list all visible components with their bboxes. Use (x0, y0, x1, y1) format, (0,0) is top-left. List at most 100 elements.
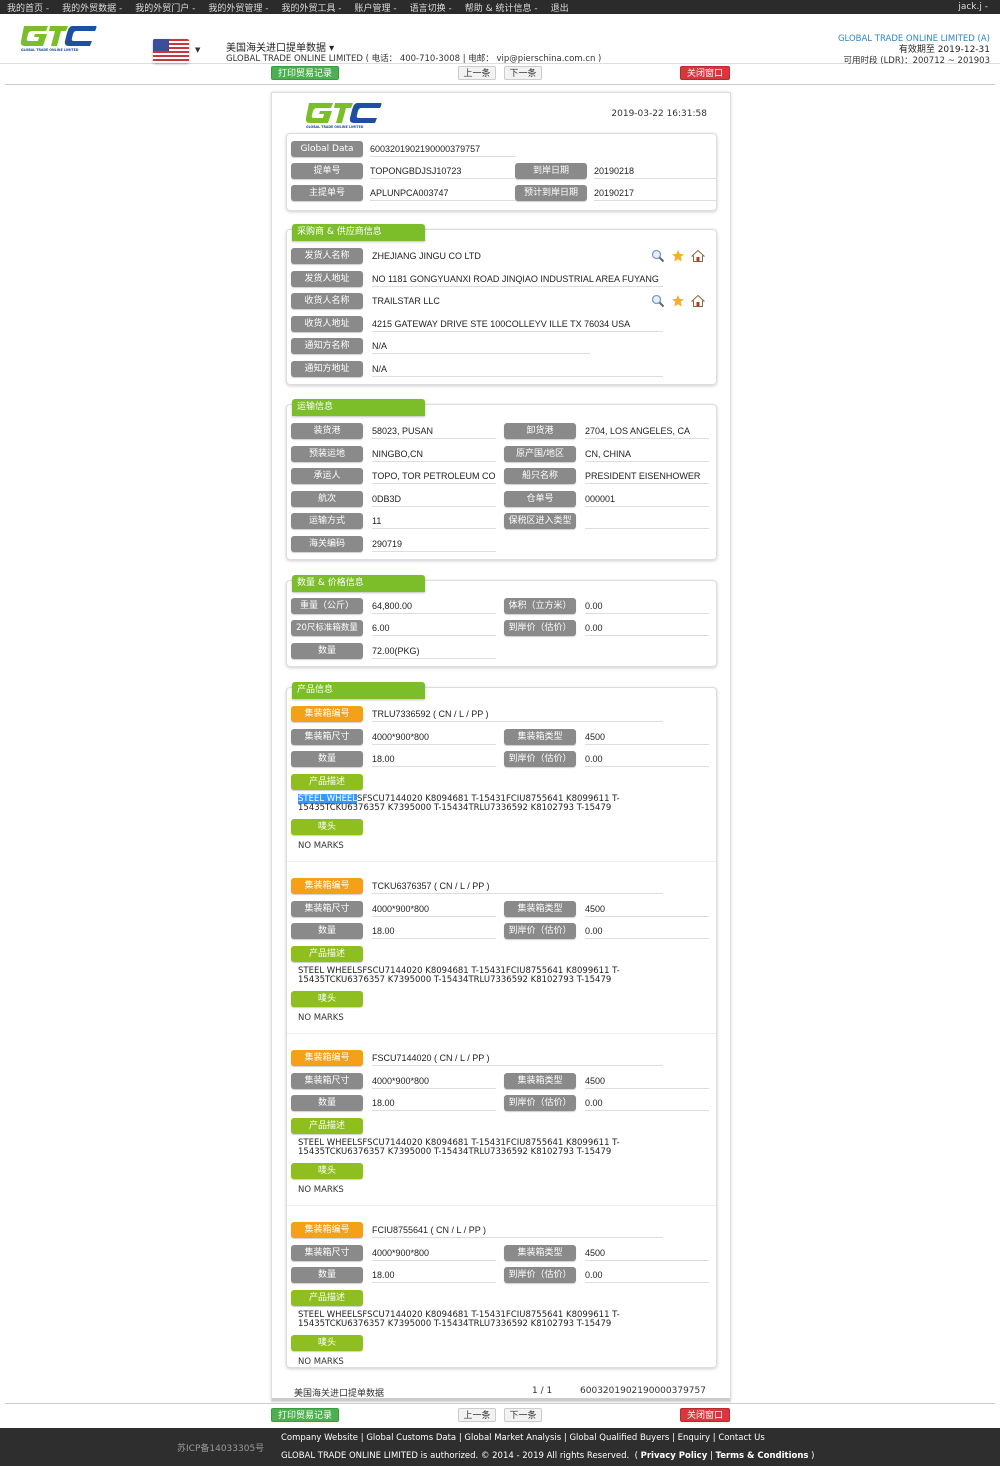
container-qty-value: 18.00 (372, 751, 496, 767)
container-type-label: 集装箱类型 (504, 1073, 576, 1089)
manifest-value: 000001 (585, 491, 709, 507)
bottom-action-bar: 打印贸易记录 上一条 下一条 关闭窗口 (0, 1408, 1000, 1430)
container-type-value: 4500 (585, 1245, 709, 1261)
home-icon[interactable] (690, 294, 706, 308)
nav-trade-portal[interactable]: 我的外贸门户 - (135, 1, 195, 14)
prev-button[interactable]: 上一条 (458, 66, 496, 80)
voyage-label: 航次 (291, 491, 363, 507)
top-nav: 我的首页 - 我的外贸数据 - 我的外贸门户 - 我的外贸管理 - 我的外贸工具… (0, 0, 1000, 14)
container-qty-row: 数量 18.00 到岸价（估价） 0.00 (291, 1267, 711, 1285)
divider (287, 1033, 716, 1034)
close-window-button[interactable]: 关闭窗口 (680, 1408, 730, 1422)
container-no-label: 集装箱编号 (291, 1222, 363, 1238)
container-value-value: 0.00 (585, 1095, 709, 1111)
description-header: 产品描述 (291, 774, 711, 792)
marks-value: NO MARKS (298, 1357, 344, 1367)
record-id: 6003201902190000379757 (580, 1386, 706, 1396)
container-size-label: 集装箱尺寸 (291, 1073, 363, 1089)
star-icon[interactable] (671, 294, 685, 308)
divider (287, 1205, 716, 1206)
description-label: 产品描述 (291, 946, 363, 962)
volume-value: 0.00 (585, 598, 709, 614)
print-record-button[interactable]: 打印贸易记录 (271, 66, 339, 80)
nav-language[interactable]: 语言切换 - (410, 1, 452, 14)
gto-logo[interactable]: GLOBAL TRADE ONLINE LIMITED (20, 22, 98, 52)
nav-account[interactable]: 账户管理 - (355, 1, 397, 14)
home-icon[interactable] (690, 249, 706, 263)
search-icon[interactable] (651, 249, 665, 263)
marks-value: NO MARKS (298, 1185, 344, 1195)
transport-section-title: 运输信息 (292, 399, 425, 416)
footer-link-global-customs-data[interactable]: Global Customs Data (366, 1433, 456, 1443)
container-qty-row: 数量 18.00 到岸价（估价） 0.00 (291, 923, 711, 941)
shipper-address-value: NO 1181 GONGYUANXI ROAD JINQIAO INDUSTRI… (372, 271, 663, 287)
valid-until: 有效期至 2019-12-31 (898, 45, 990, 55)
footer-link-global-qualified-buyers[interactable]: Global Qualified Buyers (569, 1433, 669, 1443)
account-info: GLOBAL TRADE ONLINE LIMITED (A) 有效期至 201… (838, 34, 990, 67)
nav-home[interactable]: 我的首页 - (7, 1, 49, 14)
nav-logout[interactable]: 退出 (551, 1, 569, 14)
nav-help[interactable]: 帮助 & 统计信息 - (465, 1, 538, 14)
master-bill-value: APLUNPCA003747 (370, 185, 515, 201)
star-icon[interactable] (671, 249, 685, 263)
container-no-row: 集装箱编号 TCKU6376357 ( CN / L / PP ) (291, 878, 711, 896)
container-size-row: 集装箱尺寸 4000*900*800 集装箱类型 4500 (291, 729, 711, 747)
shipper-address-label: 发货人地址 (291, 271, 363, 287)
record-timestamp: 2019-03-22 16:31:58 (611, 109, 707, 119)
container-type-value: 4500 (585, 729, 709, 745)
footer-link-company-website[interactable]: Company Website (281, 1433, 358, 1443)
next-button[interactable]: 下一条 (504, 1408, 542, 1422)
container-no-value: TCKU6376357 ( CN / L / PP ) (372, 878, 663, 894)
product-description: STEEL WHEELSFSCU7144020 K8094681 T-15431… (298, 1311, 698, 1329)
cif-value-value: 0.00 (585, 620, 709, 636)
next-button[interactable]: 下一条 (504, 66, 542, 80)
nav-trade-management[interactable]: 我的外贸管理 - (208, 1, 268, 14)
icp-license: 苏ICP备14033305号 (177, 1444, 265, 1454)
load-port-value: 58023, PUSAN (372, 423, 496, 439)
container-size-value: 4000*900*800 (372, 1073, 496, 1089)
container-value-label: 到岸价（估价） (504, 1267, 576, 1283)
container-qty-value: 18.00 (372, 1267, 496, 1283)
footer-link-enquiry[interactable]: Enquiry (678, 1433, 710, 1443)
consignee-actions (651, 294, 706, 308)
print-record-button[interactable]: 打印贸易记录 (271, 1408, 339, 1422)
svg-text:GLOBAL TRADE ONLINE LIMITED: GLOBAL TRADE ONLINE LIMITED (21, 48, 79, 52)
nav-trade-tools[interactable]: 我的外贸工具 - (281, 1, 341, 14)
site-footer: 苏ICP备14033305号 Company Website | Global … (0, 1428, 1000, 1466)
bonded-type-label: 保税区进入类型 (504, 513, 576, 529)
description-header: 产品描述 (291, 946, 711, 964)
vessel-value: PRESIDENT EISENHOWER (585, 468, 709, 484)
privacy-policy-link[interactable]: Privacy Policy (641, 1451, 708, 1461)
carrier-value: TOPO, TOR PETROLEUM CO (372, 468, 496, 484)
basic-info-panel: Global Data 6003201902190000379757 提单号 T… (286, 133, 717, 211)
gto-logo: GLOBAL TRADE ONLINE LIMITED (305, 103, 382, 129)
product-description: STEEL WHEELSFSCU7144020 K8094681 T-15431… (298, 794, 698, 813)
footer-link-contact-us[interactable]: Contact Us (718, 1433, 764, 1443)
nav-trade-data[interactable]: 我的外贸数据 - (62, 1, 122, 14)
search-icon[interactable] (651, 294, 665, 308)
container-type-label: 集装箱类型 (504, 1245, 576, 1261)
unload-port-label: 卸货港 (504, 423, 576, 439)
flag-dropdown-icon[interactable]: ▼ (195, 46, 200, 54)
container-size-row: 集装箱尺寸 4000*900*800 集装箱类型 4500 (291, 1245, 711, 1263)
close-window-button[interactable]: 关闭窗口 (680, 66, 730, 80)
bill-of-lading-record: GLOBAL TRADE ONLINE LIMITED 2019-03-22 1… (271, 92, 731, 1402)
container-size-row: 集装箱尺寸 4000*900*800 集装箱类型 4500 (291, 1073, 711, 1091)
bill-no-label: 提单号 (291, 163, 363, 179)
bonded-type-value (585, 513, 709, 529)
parties-panel: 采购商 & 供应商信息 发货人名称 ZHEJIANG JINGU CO LTD … (286, 224, 717, 385)
description-label: 产品描述 (291, 774, 363, 790)
us-flag-icon[interactable] (153, 39, 189, 63)
volume-label: 体积（立方米） (504, 598, 576, 614)
container-qty-row: 数量 18.00 到岸价（估价） 0.00 (291, 751, 711, 769)
pre-load-value: NINGBO,CN (372, 446, 496, 462)
terms-link[interactable]: Terms & Conditions (716, 1451, 809, 1461)
header: GLOBAL TRADE ONLINE LIMITED ▼ 美国海关进口提单数据… (0, 14, 1000, 67)
user-menu[interactable]: jack.j - (958, 2, 988, 12)
footer-link-global-market-analysis[interactable]: Global Market Analysis (464, 1433, 561, 1443)
account-company: GLOBAL TRADE ONLINE LIMITED (A) (837, 34, 990, 44)
notify-name-label: 通知方名称 (291, 338, 363, 354)
prev-button[interactable]: 上一条 (458, 1408, 496, 1422)
contact-info: GLOBAL TRADE ONLINE LIMITED ( 电话： 400-71… (226, 54, 602, 64)
container-qty-label: 数量 (291, 1267, 363, 1283)
